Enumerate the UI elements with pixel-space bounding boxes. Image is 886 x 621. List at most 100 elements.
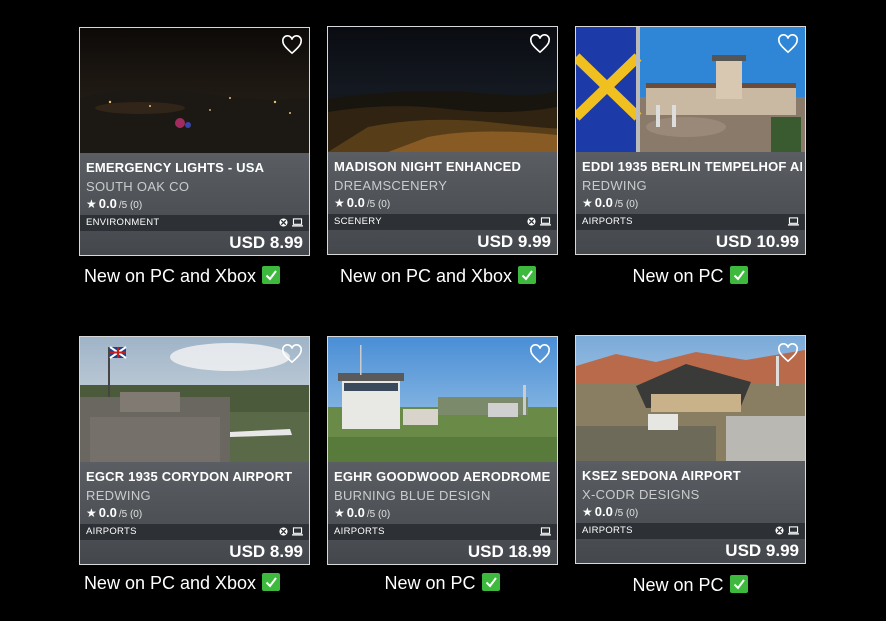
product-title: MADISON NIGHT ENHANCED (334, 159, 522, 174)
product-title: EDDI 1935 BERLIN TEMPELHOF AI (582, 159, 802, 174)
category-bar: AIRPORTS (576, 214, 805, 230)
rating-scale: /5 (0) (366, 199, 391, 210)
rating-value: 0.0 (98, 505, 117, 520)
star-icon: ★ (582, 505, 593, 519)
star-icon: ★ (86, 506, 97, 520)
product-thumbnail (80, 337, 309, 462)
product-price: USD 9.99 (725, 541, 799, 560)
heart-icon[interactable] (529, 34, 551, 54)
product-info: EGHR GOODWOOD AERODROME BURNING BLUE DES… (328, 462, 557, 564)
pc-icon (540, 217, 551, 226)
product-publisher: BURNING BLUE DESIGN (334, 488, 491, 503)
product-publisher: DREAMSCENERY (334, 178, 448, 193)
card-caption: New on PC and Xbox (318, 266, 558, 287)
product-price: USD 18.99 (467, 542, 551, 561)
pc-icon (540, 527, 551, 536)
product-card[interactable]: EDDI 1935 BERLIN TEMPELHOF AI REDWING ★ … (575, 26, 806, 255)
caption-text: New on PC and Xbox (83, 266, 257, 286)
product-publisher: X-CODR DESIGNS (582, 487, 700, 502)
product-category: AIRPORTS (334, 526, 385, 537)
star-icon: ★ (334, 196, 345, 210)
caption-text: New on PC (632, 266, 724, 286)
product-title: EGHR GOODWOOD AERODROME (334, 469, 551, 484)
platform-icons (788, 217, 799, 226)
product-title: KSEZ SEDONA AIRPORT (582, 468, 741, 483)
xbox-icon (527, 217, 536, 226)
product-rating: ★ 0.0 /5 (0) (582, 504, 638, 519)
check-icon (262, 266, 281, 284)
product-rating: ★ 0.0 /5 (0) (582, 195, 638, 210)
product-rating: ★ 0.0 /5 (0) (86, 505, 142, 520)
heart-icon[interactable] (529, 344, 551, 364)
product-price: USD 9.99 (477, 232, 551, 251)
product-title: EGCR 1935 CORYDON AIRPORT (86, 469, 293, 484)
product-card[interactable]: KSEZ SEDONA AIRPORT X-CODR DESIGNS ★ 0.0… (575, 335, 806, 564)
xbox-icon (775, 526, 784, 535)
product-price: USD 10.99 (715, 232, 799, 251)
platform-icons (527, 217, 551, 226)
star-icon: ★ (334, 506, 345, 520)
product-publisher: REDWING (86, 488, 151, 503)
product-price: USD 8.99 (229, 542, 303, 561)
heart-icon[interactable] (777, 343, 799, 363)
rating-value: 0.0 (594, 195, 613, 210)
heart-icon[interactable] (777, 34, 799, 54)
product-card[interactable]: EGCR 1935 CORYDON AIRPORT REDWING ★ 0.0 … (79, 336, 310, 565)
xbox-icon (279, 527, 288, 536)
category-bar: AIRPORTS (576, 523, 805, 539)
category-bar: AIRPORTS (80, 524, 309, 540)
product-category: AIRPORTS (582, 216, 633, 227)
platform-icons (540, 527, 551, 536)
category-bar: AIRPORTS (328, 524, 557, 540)
product-rating: ★ 0.0 /5 (0) (334, 505, 390, 520)
product-info: KSEZ SEDONA AIRPORT X-CODR DESIGNS ★ 0.0… (576, 461, 805, 563)
product-thumbnail (80, 28, 309, 153)
xbox-icon (279, 218, 288, 227)
rating-value: 0.0 (594, 504, 613, 519)
rating-scale: /5 (0) (118, 200, 143, 211)
rating-value: 0.0 (346, 195, 365, 210)
product-card[interactable]: EGHR GOODWOOD AERODROME BURNING BLUE DES… (327, 336, 558, 565)
product-category: AIRPORTS (86, 526, 137, 537)
check-icon (518, 266, 537, 284)
product-category: SCENERY (334, 216, 382, 227)
product-rating: ★ 0.0 /5 (0) (334, 195, 390, 210)
product-info: EDDI 1935 BERLIN TEMPELHOF AI REDWING ★ … (576, 152, 805, 254)
platform-icons (279, 218, 303, 227)
platform-icons (279, 527, 303, 536)
check-icon (262, 573, 281, 591)
check-icon (729, 266, 748, 284)
caption-text: New on PC and Xbox (83, 573, 257, 593)
product-info: EGCR 1935 CORYDON AIRPORT REDWING ★ 0.0 … (80, 462, 309, 564)
product-price: USD 8.99 (229, 233, 303, 252)
card-caption: New on PC and Xbox (62, 573, 302, 594)
product-publisher: SOUTH OAK CO (86, 179, 190, 194)
product-card[interactable]: MADISON NIGHT ENHANCED DREAMSCENERY ★ 0.… (327, 26, 558, 255)
product-info: EMERGENCY LIGHTS - USA SOUTH OAK CO ★ 0.… (80, 153, 309, 255)
product-title: EMERGENCY LIGHTS - USA (86, 160, 265, 175)
category-bar: ENVIRONMENT (80, 215, 309, 231)
heart-icon[interactable] (281, 35, 303, 55)
check-icon (481, 573, 500, 591)
product-thumbnail (576, 27, 805, 152)
check-icon (729, 575, 748, 593)
caption-text: New on PC and Xbox (339, 266, 513, 286)
card-caption: New on PC (570, 266, 810, 287)
product-card[interactable]: EMERGENCY LIGHTS - USA SOUTH OAK CO ★ 0.… (79, 27, 310, 256)
heart-icon[interactable] (281, 344, 303, 364)
card-caption: New on PC (322, 573, 562, 594)
product-rating: ★ 0.0 /5 (0) (86, 196, 142, 211)
pc-icon (788, 526, 799, 535)
product-publisher: REDWING (582, 178, 647, 193)
caption-text: New on PC (384, 573, 476, 593)
product-thumbnail (576, 336, 805, 461)
caption-text: New on PC (632, 575, 724, 595)
rating-scale: /5 (0) (614, 508, 639, 519)
pc-icon (292, 527, 303, 536)
product-thumbnail (328, 27, 557, 152)
product-info: MADISON NIGHT ENHANCED DREAMSCENERY ★ 0.… (328, 152, 557, 254)
star-icon: ★ (86, 197, 97, 211)
platform-icons (775, 526, 799, 535)
pc-icon (788, 217, 799, 226)
rating-value: 0.0 (346, 505, 365, 520)
